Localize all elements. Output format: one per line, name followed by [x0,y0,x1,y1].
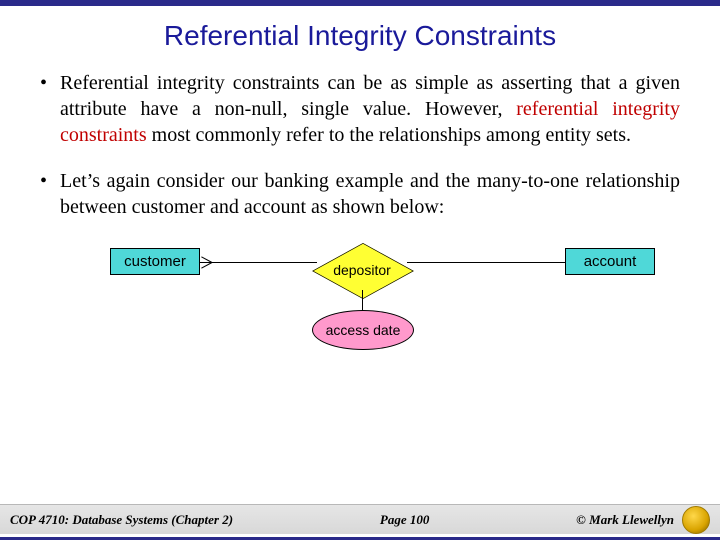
connector-line-vertical [362,290,363,312]
bullet-text-post: most commonly refer to the relationships… [147,124,631,146]
connector-line [407,262,565,263]
connector-line [200,262,317,263]
bullet-text: Referential integrity constraints can be… [60,70,680,148]
slide-title: Referential Integrity Constraints [0,20,720,52]
slide: Referential Integrity Constraints • Refe… [0,0,720,540]
relationship-depositor: depositor [312,248,412,292]
bullet-text-pre: Let’s again consider our banking example… [60,170,680,218]
bullet-dot: • [40,168,60,220]
bullet-item: • Let’s again consider our banking examp… [40,168,680,220]
bullet-dot: • [40,70,60,148]
footer-page: Page 100 [233,512,576,528]
entity-customer: customer [110,248,200,275]
ucf-logo-icon [682,506,710,534]
entity-account: account [565,248,655,275]
footer: COP 4710: Database Systems (Chapter 2) P… [0,504,720,534]
er-diagram: customer depositor account access date [40,240,680,360]
relationship-label: depositor [312,248,412,292]
footer-left: COP 4710: Database Systems (Chapter 2) [10,512,233,528]
bullet-text: Let’s again consider our banking example… [60,168,680,220]
bullet-item: • Referential integrity constraints can … [40,70,680,148]
attribute-access-date: access date [312,310,414,350]
footer-copyright: © Mark Llewellyn [576,512,674,528]
slide-body: • Referential integrity constraints can … [0,70,720,360]
